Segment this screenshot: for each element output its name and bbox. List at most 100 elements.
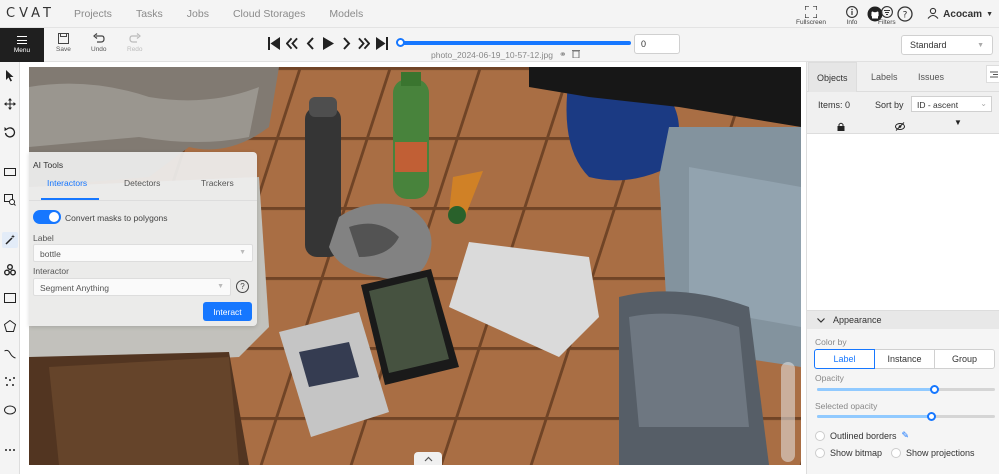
objects-sidebar: Objects Labels Issues Items: 0 Sort by I… <box>806 62 999 474</box>
nav-projects[interactable]: Projects <box>74 8 112 20</box>
delete-frame-icon[interactable] <box>572 49 581 60</box>
selected-opacity-fill <box>817 415 931 418</box>
frame-number-input[interactable]: 0 <box>634 34 680 54</box>
objects-header: Items: 0 Sort by ID - ascent ⌄ ▼ <box>807 92 999 134</box>
canvas-zoom-bar[interactable] <box>781 362 795 462</box>
ai-tools-panel: AI Tools Interactors Detectors Trackers … <box>29 152 257 326</box>
collapse-sidebar-icon[interactable] <box>986 65 999 83</box>
fullscreen-button[interactable]: Fullscreen <box>796 6 826 26</box>
info-icon <box>846 6 858 18</box>
help-icon[interactable]: ? <box>897 6 913 22</box>
menu-button[interactable]: Menu <box>0 28 44 62</box>
filters-button[interactable]: Filters <box>878 6 896 26</box>
show-bitmap-checkbox[interactable]: Show bitmap <box>815 448 882 458</box>
opacity-handle[interactable] <box>930 385 940 394</box>
points-icon[interactable] <box>2 374 18 390</box>
interact-button[interactable]: Interact <box>203 302 252 321</box>
undo-button[interactable]: Undo <box>91 33 107 53</box>
zoom-region-icon[interactable] <box>2 192 18 208</box>
controls-sidebar <box>0 62 20 474</box>
opencv-icon[interactable] <box>2 262 18 278</box>
show-projections-checkbox[interactable]: Show projections <box>891 448 975 458</box>
save-button[interactable]: Save <box>56 33 71 53</box>
play-icon[interactable] <box>322 37 334 50</box>
frame-slider-handle[interactable] <box>396 38 405 47</box>
tab-detectors[interactable]: Detectors <box>124 178 160 188</box>
player-controls <box>268 37 388 50</box>
sort-select[interactable]: ID - ascent ⌄ <box>911 96 992 112</box>
cvat-logo: CVAT <box>6 6 55 21</box>
nav-jobs[interactable]: Jobs <box>187 8 209 20</box>
polyline-icon[interactable] <box>2 346 18 362</box>
nav-models[interactable]: Models <box>329 8 363 20</box>
fit-image-icon[interactable] <box>2 164 18 180</box>
save-icon <box>57 33 69 44</box>
color-by-label-option[interactable]: Label <box>814 349 875 369</box>
more-tools-icon[interactable] <box>2 442 18 458</box>
chevron-down-icon: ⌄ <box>980 99 987 108</box>
selected-opacity-handle[interactable] <box>926 412 936 421</box>
help-icon[interactable]: ? <box>236 280 249 293</box>
frame-filename: photo_2024-06-19_10-57-12.jpg ⚭ <box>431 49 581 60</box>
move-icon[interactable] <box>2 96 18 112</box>
fast-forward-icon[interactable] <box>358 37 370 50</box>
magic-wand-icon[interactable] <box>2 232 18 248</box>
nav-tasks[interactable]: Tasks <box>136 8 163 20</box>
nav-cloud-storages[interactable]: Cloud Storages <box>233 8 305 20</box>
fast-backward-icon[interactable] <box>286 37 298 50</box>
ai-tools-title: AI Tools <box>33 160 64 170</box>
color-picker-icon[interactable]: ✎ <box>902 430 910 441</box>
rectangle-icon[interactable] <box>2 290 18 306</box>
polygon-icon[interactable] <box>2 318 18 334</box>
chevron-down-icon: ▼ <box>217 283 224 290</box>
chevron-up-icon[interactable] <box>414 452 442 465</box>
link-icon[interactable]: ⚭ <box>559 49 567 60</box>
tab-issues[interactable]: Issues <box>910 62 952 92</box>
opacity-slider[interactable] <box>817 385 995 394</box>
selected-opacity-slider[interactable] <box>817 412 995 421</box>
last-frame-icon[interactable] <box>376 37 388 50</box>
selected-opacity-label: Selected opacity <box>815 401 878 411</box>
tab-objects[interactable]: Objects <box>808 62 857 92</box>
label-select[interactable]: bottle ▼ <box>33 244 253 262</box>
tab-labels[interactable]: Labels <box>863 62 906 92</box>
info-button[interactable]: Info <box>846 6 858 26</box>
color-by-instance-option[interactable]: Instance <box>874 349 935 369</box>
appearance-header[interactable]: Appearance <box>807 311 999 329</box>
eye-invisible-icon[interactable] <box>895 118 905 136</box>
opacity-label: Opacity <box>815 373 844 383</box>
svg-text:?: ? <box>903 11 908 21</box>
user-name: Acocam <box>943 8 983 20</box>
ellipse-icon[interactable] <box>2 402 18 418</box>
convert-masks-toggle[interactable] <box>33 210 61 224</box>
active-tab-indicator <box>41 198 99 200</box>
cursor-icon[interactable] <box>2 68 18 84</box>
user-icon <box>927 7 939 22</box>
first-frame-icon[interactable] <box>268 37 280 50</box>
workspace-select[interactable]: Standard ▼ <box>901 35 993 55</box>
caret-down-icon: ▼ <box>986 10 993 18</box>
items-count: Items: 0 <box>818 100 851 110</box>
tab-trackers[interactable]: Trackers <box>201 178 234 188</box>
sidebar-tabs: Objects Labels Issues <box>807 62 999 92</box>
caret-down-icon[interactable]: ▼ <box>954 118 962 127</box>
convert-masks-label: Convert masks to polygons <box>65 213 168 223</box>
interactor-select[interactable]: Segment Anything ▼ <box>33 278 231 296</box>
interactor-caption: Interactor <box>33 266 69 276</box>
tab-interactors[interactable]: Interactors <box>47 178 87 188</box>
previous-icon[interactable] <box>304 37 316 50</box>
frame-slider[interactable] <box>400 41 631 45</box>
rotate-icon[interactable] <box>2 124 18 140</box>
appearance-panel: Appearance Color by Label Instance Group… <box>807 310 999 474</box>
label-caption: Label <box>33 233 54 243</box>
next-icon[interactable] <box>340 37 352 50</box>
redo-button[interactable]: Redo <box>127 33 143 53</box>
outlined-borders-checkbox[interactable]: Outlined borders ✎ <box>815 430 909 441</box>
color-by-group-option[interactable]: Group <box>934 349 995 369</box>
chevron-down-icon: ▼ <box>977 41 984 49</box>
color-by-segmented: Label Instance Group <box>814 349 995 369</box>
chevron-down-icon <box>817 315 825 325</box>
user-menu[interactable]: Acocam ▼ <box>927 7 993 22</box>
fullscreen-icon <box>804 6 817 18</box>
lock-icon[interactable] <box>837 118 845 136</box>
